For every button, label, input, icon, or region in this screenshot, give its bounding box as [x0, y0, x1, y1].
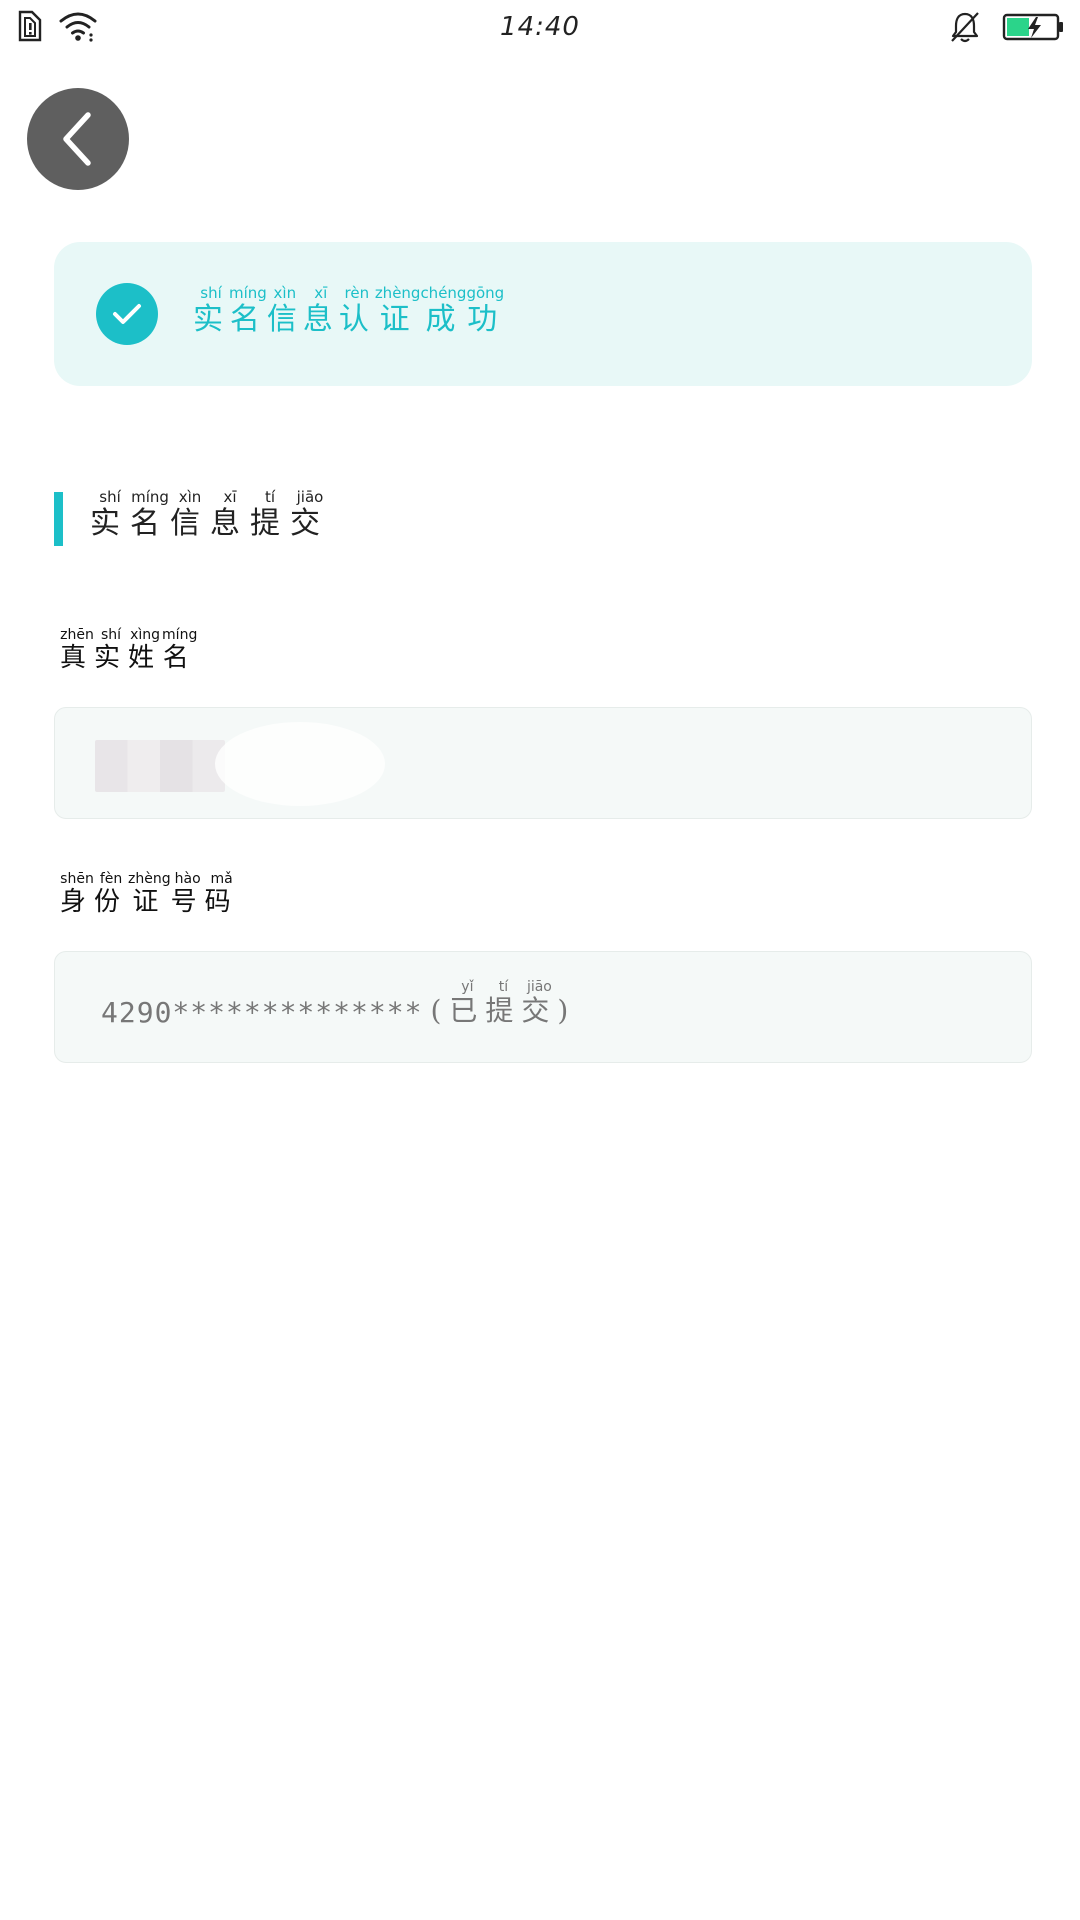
ruby-char: 姓xìng — [128, 627, 163, 673]
section-accent-bar — [54, 492, 63, 546]
status-bar: 14:40 — [0, 0, 1080, 58]
status-time: 14:40 — [500, 12, 580, 42]
ruby-char: 交jiāo — [521, 979, 558, 1027]
section-header: 实shí名míng信xìn息xī提tí交jiāo — [54, 488, 654, 546]
ruby-char: 信xìn — [170, 488, 210, 541]
real-name-field[interactable] — [54, 707, 1032, 819]
ruby-char: 交jiāo — [290, 488, 330, 541]
ruby-char: 名míng — [162, 627, 198, 673]
id-number-text: 4290************** — [101, 996, 423, 1029]
ruby-char: 真zhēn — [60, 627, 95, 673]
ruby-char: 名míng — [229, 284, 267, 337]
ruby-char: 证zhèng — [374, 284, 421, 337]
ruby-char: 息xī — [302, 284, 339, 337]
ruby-char: 份fèn — [94, 871, 129, 917]
ruby-char: 号hào — [170, 871, 205, 917]
success-banner: 实shí名míng信xìn息xī认rèn证zhèng成chéng功gōng — [54, 242, 1032, 386]
ruby-char: 提tí — [485, 979, 522, 1027]
redacted-name-value — [95, 722, 385, 806]
id-number-label: 身shēn份fèn证zhèng号hào码mǎ — [60, 871, 239, 918]
ruby-char: 实shí — [90, 488, 130, 541]
ruby-char: 实shí — [193, 284, 229, 337]
section-title: 实shí名míng信xìn息xī提tí交jiāo — [90, 488, 330, 542]
ruby-char: 证zhèng — [128, 871, 171, 917]
submitted-note: (已yǐ提tí交jiāo) — [430, 979, 577, 1027]
ruby-char: 信xìn — [266, 284, 303, 337]
ruby-char: 码mǎ — [204, 871, 239, 917]
ruby-char: 实shí — [94, 627, 129, 673]
battery-charging-icon — [1002, 12, 1066, 46]
ruby-char: 息xī — [210, 488, 250, 541]
id-number-value: 4290************** (已yǐ提tí交jiāo) — [101, 979, 577, 1029]
ruby-char: 名míng — [130, 488, 170, 541]
back-button[interactable] — [27, 88, 129, 190]
success-message: 实shí名míng信xìn息xī认rèn证zhèng成chéng功gōng — [193, 284, 505, 338]
id-number-field[interactable]: 4290************** (已yǐ提tí交jiāo) — [54, 951, 1032, 1063]
status-right — [948, 10, 1066, 48]
ruby-char: 认rèn — [338, 284, 375, 337]
chevron-left-icon — [63, 112, 91, 166]
check-icon — [96, 283, 158, 345]
ruby-char: 成chéng — [420, 284, 467, 337]
ruby-char: 提tí — [250, 488, 290, 541]
ruby-char: 功gōng — [466, 284, 505, 337]
ruby-char: 已yǐ — [449, 979, 486, 1027]
ruby-char: 身shēn — [60, 871, 95, 917]
bell-muted-icon — [948, 10, 982, 48]
real-name-label: 真zhēn实shí姓xìng名míng — [60, 627, 198, 674]
